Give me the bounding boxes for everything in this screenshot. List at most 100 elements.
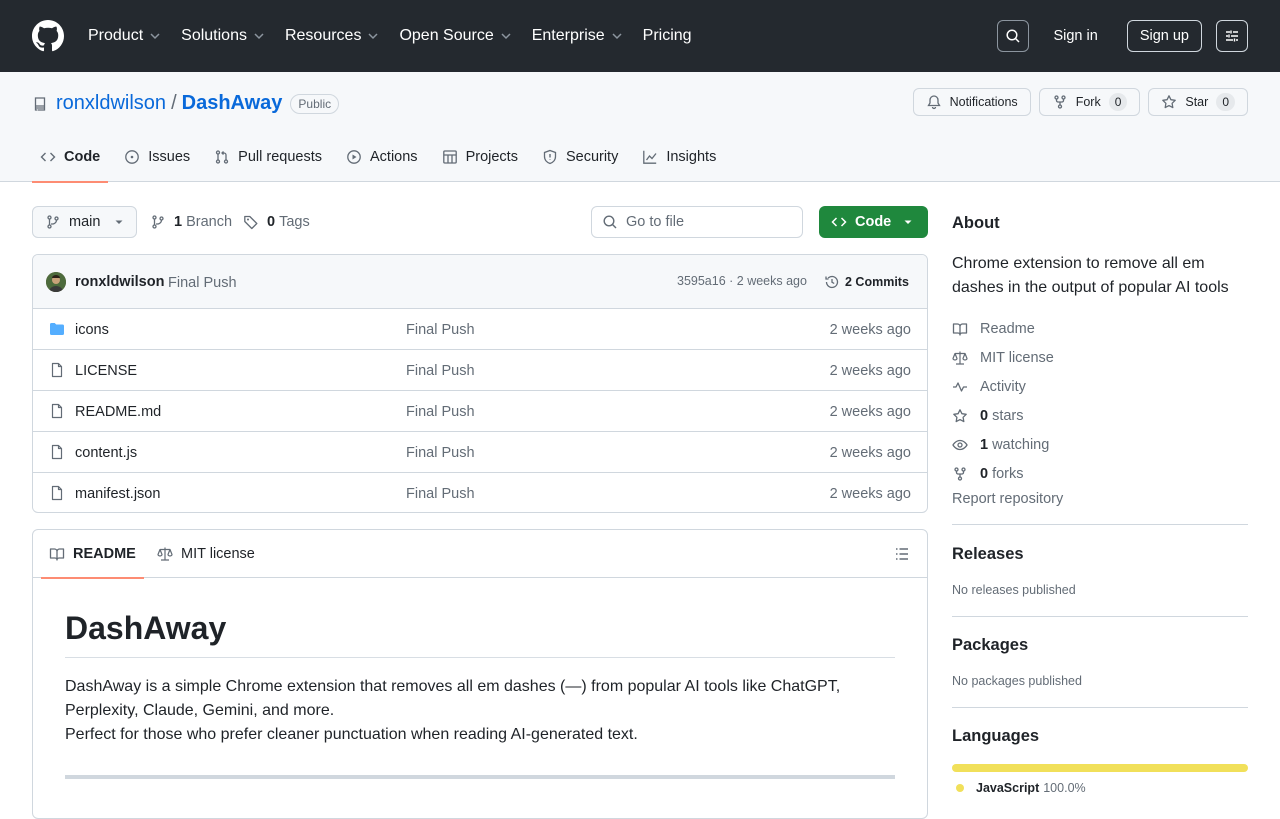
file-commit-message[interactable]: Final Push [406,363,475,379]
language-entry[interactable]: JavaScript 100.0% [956,781,1086,795]
law-icon [157,547,173,561]
commits-link[interactable]: 2 Commits [824,274,909,290]
file-commit-message[interactable]: Final Push [406,404,475,420]
pulse-icon [953,381,967,392]
languages-heading: Languages [952,727,1040,745]
outline-list-icon[interactable] [894,546,910,562]
tab-actions[interactable]: Actions [338,132,426,182]
fork-icon [954,466,966,481]
tab-license[interactable]: MIT license [157,530,255,578]
branch-count[interactable]: 1 [174,214,182,230]
readme-panel: README MIT license DashAway DashAway is … [32,529,928,819]
readme-tabs: README MIT license [33,530,927,579]
header-actions: Sign in Sign up [997,20,1248,52]
avatar[interactable] [46,272,66,292]
readme-content: DashAway DashAway is a simple Chrome ext… [65,610,895,779]
file-date: 2 weeks ago [829,322,911,338]
file-list: ronxldwilson Final Push 3595a16 · 2 week… [32,254,928,513]
releases-heading[interactable]: Releases [952,545,1024,564]
search-icon [603,215,617,229]
tag-icon [244,215,258,230]
tag-label[interactable]: Tags [279,214,310,230]
table-icon [442,150,457,164]
license-link[interactable]: MIT license [952,343,1054,372]
sign-in-link[interactable]: Sign in [1053,28,1097,44]
branch-tag-meta: 1 Branch 0 Tags [150,206,310,238]
graph-icon [643,150,657,164]
play-icon [347,150,361,164]
code-icon [831,217,847,227]
file-date: 2 weeks ago [829,445,911,461]
watching-link[interactable]: 1 watching [952,430,1054,459]
file-icon [51,485,63,501]
packages-empty-text: No packages published [952,674,1082,688]
latest-commit: ronxldwilson Final Push 3595a16 · 2 week… [33,255,927,309]
nav-enterprise[interactable]: Enterprise [532,27,625,45]
nav-product[interactable]: Product [88,27,163,45]
github-logo-icon[interactable] [32,20,64,52]
file-commit-message[interactable]: Final Push [406,486,475,502]
file-row: manifest.json Final Push 2 weeks ago [33,473,927,512]
tab-security[interactable]: Security [534,132,626,182]
activity-link[interactable]: Activity [952,372,1054,401]
packages-heading[interactable]: Packages [952,636,1028,655]
commit-message[interactable]: Final Push [168,275,237,291]
repo-name-link[interactable]: DashAway [182,92,283,115]
star-button[interactable]: Star 0 [1148,88,1248,116]
file-commit-message[interactable]: Final Push [406,445,475,461]
code-dropdown-button[interactable]: Code [819,206,928,238]
releases-empty-text: No releases published [952,583,1076,597]
file-name[interactable]: content.js [75,445,137,461]
file-name[interactable]: icons [75,322,109,338]
star-icon [1162,95,1177,109]
file-name[interactable]: LICENSE [75,363,137,379]
stars-link[interactable]: 0 stars [952,401,1054,430]
nav-pricing[interactable]: Pricing [643,27,692,45]
about-heading: About [952,214,1000,232]
fork-button[interactable]: Fork 0 [1038,88,1141,116]
repo-owner-link[interactable]: ronxldwilson [56,92,166,115]
search-button[interactable] [997,20,1030,52]
tag-count[interactable]: 0 [267,214,275,230]
nav-open-source[interactable]: Open Source [399,27,513,45]
file-icon [51,444,63,460]
sidebar-divider [952,524,1248,525]
chevron-down-icon [612,33,622,40]
tab-readme[interactable]: README [41,530,144,579]
book-icon [49,548,65,561]
notifications-button[interactable]: Notifications [912,88,1031,116]
tab-insights[interactable]: Insights [634,132,724,182]
branch-selector[interactable]: main [32,206,138,238]
branch-icon [152,215,164,229]
tab-code[interactable]: Code [32,132,109,183]
book-icon [952,322,968,336]
star-icon [953,408,967,422]
chevron-down-icon [150,33,160,40]
branch-label[interactable]: Branch [186,214,232,230]
site-menu-button[interactable] [1216,20,1248,52]
forks-link[interactable]: 0 forks [952,459,1054,488]
issue-icon [125,150,140,164]
commit-sha-time[interactable]: 3595a16 · 2 weeks ago [677,274,807,288]
file-name[interactable]: README.md [75,404,161,420]
tab-pull-requests[interactable]: Pull requests [206,132,330,182]
commit-author[interactable]: ronxldwilson [75,274,164,290]
tab-issues[interactable]: Issues [116,132,198,182]
caret-down-icon [115,220,123,224]
chevron-down-icon [254,33,264,40]
go-to-file-input[interactable]: Go to file [591,206,803,238]
readme-title: DashAway [65,610,895,658]
nav-resources[interactable]: Resources [285,27,381,45]
report-repository-link[interactable]: Report repository [952,491,1063,507]
readme-divider [65,775,895,779]
file-commit-message[interactable]: Final Push [406,322,475,338]
repo-tabs: Code Issues Pull requests Actions Projec… [32,132,732,183]
file-name[interactable]: manifest.json [75,486,160,502]
nav-solutions[interactable]: Solutions [181,27,267,45]
sign-up-button[interactable]: Sign up [1126,20,1202,52]
readme-link[interactable]: Readme [952,314,1054,343]
avatar-image-icon [46,272,66,292]
file-row: icons Final Push 2 weeks ago [33,309,927,350]
tab-projects[interactable]: Projects [434,132,526,182]
sidebar-divider [952,707,1248,708]
